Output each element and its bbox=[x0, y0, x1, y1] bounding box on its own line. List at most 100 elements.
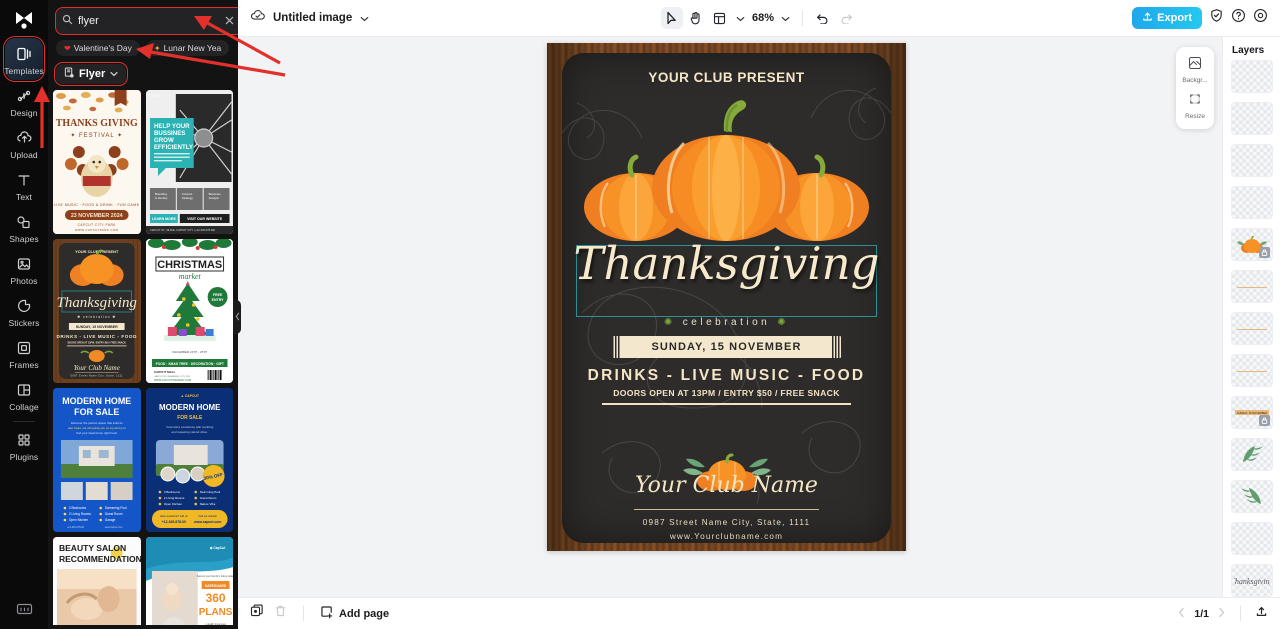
prev-page-button[interactable] bbox=[1177, 605, 1186, 623]
sidebar-item-label: Frames bbox=[9, 360, 39, 370]
svg-text:+12-345-678-00: +12-345-678-00 bbox=[67, 526, 85, 529]
template-card[interactable]: HELP YOUR BUSSINES GROW EFFICIENTLY Bran… bbox=[145, 90, 233, 234]
svg-text:SUNDAY, 15 NOVEMBER: SUNDAY, 15 NOVEMBER bbox=[76, 325, 118, 329]
search-box[interactable]: | bbox=[55, 7, 238, 35]
svg-text:FREE: FREE bbox=[212, 293, 222, 297]
sidebar-item-collage[interactable]: Collage bbox=[1, 374, 47, 416]
sidebar-item-label: Upload bbox=[10, 150, 38, 160]
svg-text:CAPCUT ST, 09 AVENUE, CITY 111: CAPCUT ST, 09 AVENUE, CITY 1111 bbox=[153, 375, 190, 378]
layer-leaf-right[interactable] bbox=[1230, 438, 1273, 471]
undo-button[interactable] bbox=[811, 7, 833, 29]
sidebar-item-frames[interactable]: Frames bbox=[1, 332, 47, 374]
chip-lunar-new-year[interactable]: ✦ Lunar New Yea bbox=[145, 40, 230, 56]
sidebar-item-templates[interactable]: Templates bbox=[3, 36, 45, 82]
template-card[interactable]: YOUR CLUB PRESENT Thanksgiving ✺ celebra… bbox=[53, 239, 141, 383]
svg-text:and releasing natural vibes.: and releasing natural vibes. bbox=[171, 430, 208, 434]
chevron-down-icon[interactable] bbox=[733, 9, 748, 27]
lock-icon[interactable] bbox=[1258, 415, 1270, 426]
layer-line-1[interactable] bbox=[1230, 270, 1273, 303]
redo-button[interactable] bbox=[835, 7, 857, 29]
shield-icon[interactable] bbox=[1209, 8, 1224, 28]
svg-text:DRINKS - LIVE MUSIC - FOOD: DRINKS - LIVE MUSIC - FOOD bbox=[57, 334, 138, 339]
export-page-icon[interactable] bbox=[1255, 605, 1268, 623]
svg-text:CHRISTMAS: CHRISTMAS bbox=[157, 259, 222, 271]
svg-text:Strategy: Strategy bbox=[181, 196, 193, 200]
svg-text:VISIT OUR WEBSITE: VISIT OUR WEBSITE bbox=[187, 217, 223, 221]
svg-text:FOR SALE: FOR SALE bbox=[177, 415, 203, 421]
sidebar-item-plugins[interactable]: Plugins bbox=[1, 424, 47, 466]
keyboard-icon[interactable] bbox=[16, 602, 33, 621]
chip-label: Lunar New Yea bbox=[163, 43, 222, 53]
poster-artboard[interactable]: YOUR CLUB PRESENT Thanksgiving ✺ celebra… bbox=[547, 43, 906, 551]
sidebar-item-design[interactable]: Design bbox=[1, 80, 47, 122]
add-page-button[interactable]: Add page bbox=[320, 605, 389, 622]
layer-leaf-left[interactable] bbox=[1230, 480, 1273, 513]
svg-text:Secure your family's future to: Secure your family's future today bbox=[196, 574, 233, 578]
select-tool[interactable] bbox=[660, 7, 683, 29]
resize-button[interactable]: Resize bbox=[1176, 88, 1214, 124]
lock-icon[interactable] bbox=[1258, 247, 1270, 258]
canvas-stage[interactable]: YOUR CLUB PRESENT Thanksgiving ✺ celebra… bbox=[238, 37, 1222, 597]
export-button[interactable]: Export bbox=[1132, 7, 1202, 29]
template-card[interactable]: MODERN HOME FOR SALE Discover the perfec… bbox=[53, 388, 141, 532]
layer-thanksgiving-text[interactable]: Thanksgiving bbox=[1230, 564, 1273, 597]
svg-text:Analytic: Analytic bbox=[208, 196, 219, 200]
svg-text:3 Bedrooms: 3 Bedrooms bbox=[163, 490, 180, 494]
template-card[interactable]: THANKS GIVING ✦ FESTIVAL ✦ LIVE MUSIC · … bbox=[53, 90, 141, 234]
layer-thumbnail bbox=[1232, 481, 1272, 512]
add-page-icon bbox=[320, 605, 334, 622]
canvas-float-toolbar: Backgr... Resize bbox=[1176, 47, 1214, 129]
layer-empty-1[interactable] bbox=[1230, 60, 1273, 93]
layer-empty-5[interactable] bbox=[1230, 522, 1273, 555]
category-selector-flyer[interactable]: Flyer bbox=[53, 62, 129, 86]
svg-text:Thanksgiving: Thanksgiving bbox=[57, 295, 138, 311]
layer-pumpkin-group[interactable] bbox=[1230, 228, 1273, 261]
sidebar-item-label: Collage bbox=[9, 402, 39, 412]
layer-line-3[interactable] bbox=[1230, 354, 1273, 387]
help-circle-icon[interactable] bbox=[1231, 8, 1246, 28]
chevron-down-icon[interactable] bbox=[778, 9, 794, 27]
duplicate-page-icon[interactable] bbox=[250, 604, 264, 623]
chevron-down-icon[interactable] bbox=[360, 9, 369, 27]
panel-collapse-handle[interactable] bbox=[233, 300, 241, 334]
capcut-logo-icon[interactable] bbox=[0, 2, 48, 38]
layer-empty-2[interactable] bbox=[1230, 102, 1273, 135]
sidebar-item-stickers[interactable]: Stickers bbox=[1, 290, 47, 332]
search-input[interactable] bbox=[78, 15, 220, 27]
cloud-saved-icon[interactable] bbox=[250, 9, 265, 27]
sidebar-item-shapes[interactable]: Shapes bbox=[1, 206, 47, 248]
svg-text:• Health Insurance: • Health Insurance bbox=[205, 622, 227, 625]
template-card[interactable]: ◆ CapCut Secure your family's future tod… bbox=[145, 537, 233, 625]
poster-date: SUNDAY, 15 NOVEMBER bbox=[651, 341, 802, 353]
gear-icon[interactable] bbox=[1253, 8, 1268, 28]
bottom-bar: Add page 1/1 bbox=[238, 597, 1280, 629]
layer-empty-3[interactable] bbox=[1230, 144, 1273, 177]
sidebar-item-text[interactable]: Text bbox=[1, 164, 47, 206]
next-page-button[interactable] bbox=[1217, 605, 1226, 623]
chip-valentines-day[interactable]: ❤ Valentine's Day bbox=[56, 40, 140, 56]
svg-text:BEAUTY SALON: BEAUTY SALON bbox=[59, 543, 126, 553]
template-card[interactable]: BEAUTY SALON RECOMMENDATION bbox=[53, 537, 141, 625]
sidebar-item-photos[interactable]: Photos bbox=[1, 248, 47, 290]
hand-tool[interactable] bbox=[685, 7, 707, 29]
zoom-level[interactable]: 68% bbox=[750, 12, 776, 24]
svg-text:+12-345-678-00: +12-345-678-00 bbox=[161, 520, 185, 524]
layer-line-2[interactable] bbox=[1230, 312, 1273, 345]
layers-list: SUNDAY, 15 NOVEMBER Thanksgiving bbox=[1223, 60, 1280, 597]
background-button[interactable]: Backgr... bbox=[1176, 52, 1214, 88]
svg-text:3 Bedrooms: 3 Bedrooms bbox=[69, 506, 87, 510]
sidebar-item-upload[interactable]: Upload bbox=[1, 122, 47, 164]
chip-label: Valentine's Day bbox=[73, 43, 132, 53]
document-title[interactable]: Untitled image bbox=[273, 12, 352, 24]
close-icon[interactable] bbox=[225, 12, 234, 30]
trash-icon[interactable] bbox=[274, 604, 287, 623]
layer-empty-4[interactable] bbox=[1230, 186, 1273, 219]
template-card[interactable]: ▲ CAPCUT MODERN HOME FOR SALE Cosmetics … bbox=[145, 388, 233, 532]
resize-icon bbox=[1188, 92, 1202, 111]
template-brand-badge: CapCut bbox=[148, 93, 163, 98]
chevron-down-icon bbox=[110, 68, 118, 80]
svg-text:CAPCUT CITY PARK: CAPCUT CITY PARK bbox=[78, 223, 117, 227]
template-card[interactable]: CHRISTMAS market FREE ENTRY DECEMBER 24T… bbox=[145, 239, 233, 383]
layout-tool[interactable] bbox=[709, 7, 731, 29]
layer-text-banner[interactable]: SUNDAY, 15 NOVEMBER bbox=[1230, 396, 1273, 429]
